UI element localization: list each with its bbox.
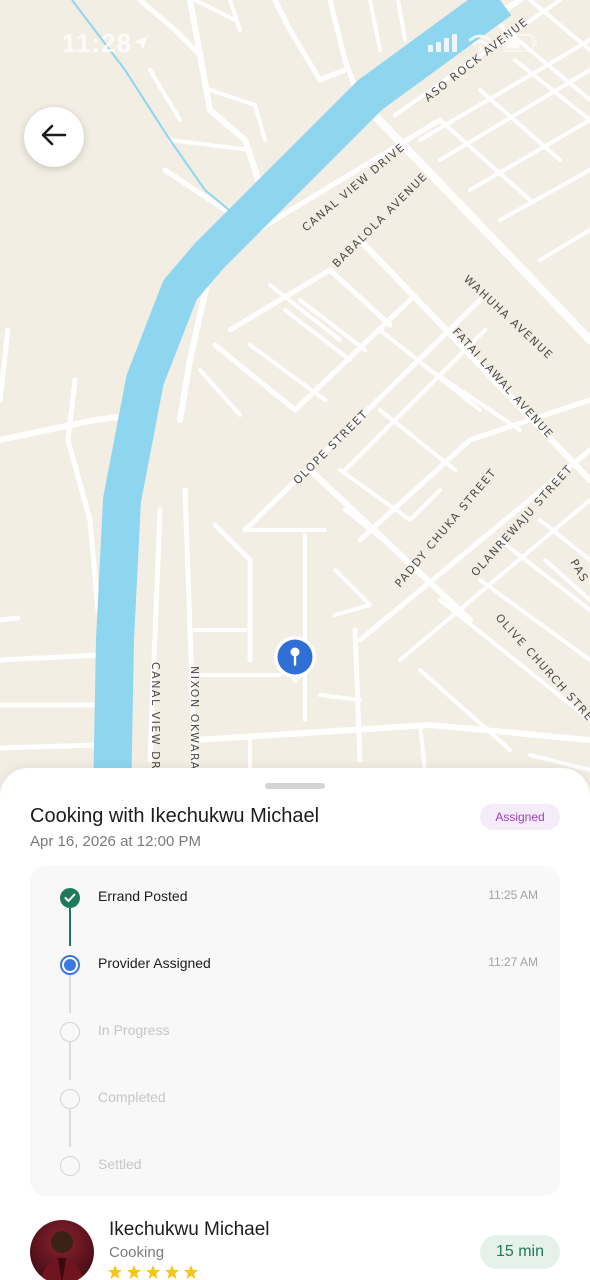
timeline-step-provider-assigned: Provider Assigned 11:27 AM	[30, 947, 560, 977]
location-arrow-icon	[132, 34, 150, 57]
timeline-step-label: Provider Assigned	[98, 955, 211, 971]
street-label-canal-view-drive-south: CANAL VIEW DRI	[149, 662, 162, 775]
provider-rating	[107, 1264, 199, 1280]
errand-tracking-screen: ASO ROCK AVENUE CANAL VIEW DRIVE BABALOL…	[0, 0, 590, 1280]
star-icon	[108, 1265, 122, 1279]
timeline-step-label: Settled	[98, 1156, 142, 1172]
errand-date: Apr 16, 2026 at 12:00 PM	[30, 833, 201, 850]
status-time: 11:28	[62, 28, 133, 58]
check-icon	[60, 888, 80, 908]
map-pin-icon[interactable]	[272, 635, 318, 687]
status-badge: Assigned	[480, 804, 560, 830]
pending-step-icon	[60, 1089, 80, 1109]
timeline-step-errand-posted: Errand Posted 11:25 AM	[30, 880, 560, 910]
timeline-step-label: Completed	[98, 1089, 166, 1105]
back-button[interactable]	[24, 107, 84, 167]
street-label-babalola: BABALOLA AVENUE	[330, 170, 430, 270]
street-label-nixon-okwara: NIXON OKWARA	[188, 666, 201, 771]
star-icon	[165, 1265, 179, 1279]
pending-step-icon	[60, 1156, 80, 1176]
timeline-step-time: 11:25 AM	[488, 888, 538, 902]
timeline-step-label: Errand Posted	[98, 888, 188, 904]
errand-title: Cooking with Ikechukwu Michael	[30, 805, 320, 827]
current-step-icon	[60, 955, 80, 975]
timeline-step-in-progress: In Progress	[30, 1014, 560, 1044]
provider-role: Cooking	[109, 1244, 165, 1261]
map[interactable]: ASO ROCK AVENUE CANAL VIEW DRIVE BABALOL…	[0, 0, 590, 800]
status-bar: 11:28	[0, 0, 590, 80]
signal-icon	[428, 34, 458, 57]
status-timeline: Errand Posted 11:25 AM Provider Assigned…	[30, 866, 560, 1196]
sheet-drag-handle[interactable]	[265, 783, 325, 789]
eta-badge: 15 min	[480, 1235, 560, 1269]
street-label-olive-church: OLIVE CHURCH STRE	[493, 611, 590, 724]
timeline-step-time: 11:27 AM	[488, 955, 538, 969]
star-icon	[127, 1265, 141, 1279]
timeline-connector	[69, 1109, 71, 1147]
arrow-left-icon	[41, 124, 67, 151]
pending-step-icon	[60, 1022, 80, 1042]
street-label-olope: OLOPE STREET	[291, 407, 371, 487]
timeline-step-label: In Progress	[98, 1022, 170, 1038]
timeline-connector	[69, 975, 71, 1013]
timeline-connector	[69, 1042, 71, 1080]
provider-avatar[interactable]	[30, 1220, 94, 1280]
battery-icon	[502, 34, 538, 57]
errand-details-sheet: Cooking with Ikechukwu Michael Apr 16, 2…	[0, 768, 590, 1280]
wifi-icon	[468, 34, 492, 57]
star-icon	[146, 1265, 160, 1279]
timeline-connector-done	[69, 908, 71, 946]
timeline-step-settled: Settled	[30, 1148, 560, 1178]
status-icons	[428, 34, 538, 57]
star-icon	[184, 1265, 198, 1279]
timeline-step-completed: Completed	[30, 1081, 560, 1111]
provider-name: Ikechukwu Michael	[109, 1219, 270, 1240]
